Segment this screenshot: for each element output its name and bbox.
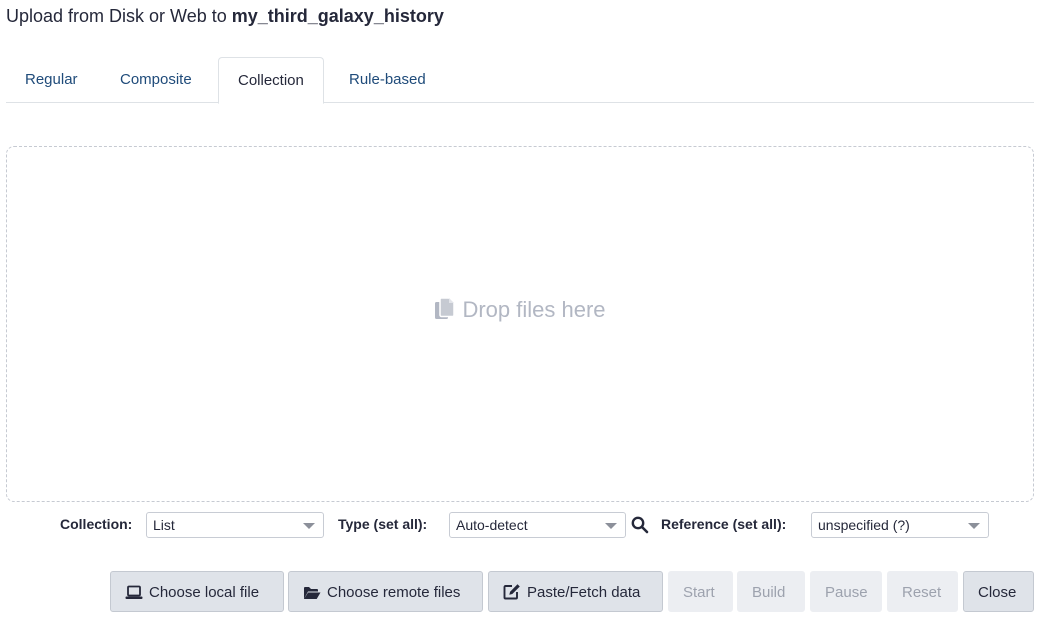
paste-fetch-data-label: Paste/Fetch data xyxy=(527,584,641,601)
laptop-icon xyxy=(125,584,149,601)
collection-type-label: Collection: xyxy=(60,516,133,532)
paste-fetch-data-button[interactable]: Paste/Fetch data xyxy=(488,571,663,612)
build-button[interactable]: Build xyxy=(737,571,805,612)
chevron-down-icon xyxy=(605,523,617,529)
close-button[interactable]: Close xyxy=(963,571,1034,612)
history-name: my_third_galaxy_history xyxy=(231,6,444,26)
tab-composite[interactable]: Composite xyxy=(101,57,211,103)
pause-button[interactable]: Pause xyxy=(810,571,882,612)
search-icon[interactable] xyxy=(631,516,649,537)
drop-message: Drop files here xyxy=(7,297,1033,323)
collection-type-select[interactable]: List xyxy=(146,512,324,538)
reference-value: unspecified (?) xyxy=(818,517,910,533)
upload-tabs: Regular Composite Collection Rule-based xyxy=(6,57,1034,104)
copy-icon xyxy=(434,297,462,322)
tab-rule-based[interactable]: Rule-based xyxy=(330,57,445,103)
title-prefix: Upload from Disk or Web to xyxy=(6,6,232,26)
upload-dialog-title: Upload from Disk or Web to my_third_gala… xyxy=(6,6,444,27)
reference-set-all-label: Reference (set all): xyxy=(661,516,787,532)
chevron-down-icon xyxy=(968,523,980,529)
drop-zone[interactable]: Drop files here xyxy=(6,146,1034,502)
chevron-down-icon xyxy=(303,523,315,529)
choose-remote-files-label: Choose remote files xyxy=(327,584,461,601)
edit-icon xyxy=(503,584,527,601)
collection-type-value: List xyxy=(153,517,175,533)
reset-button[interactable]: Reset xyxy=(887,571,958,612)
type-set-all-label: Type (set all): xyxy=(338,516,428,532)
drop-files-label: Drop files here xyxy=(462,297,606,322)
tab-regular[interactable]: Regular xyxy=(6,57,97,103)
start-button[interactable]: Start xyxy=(668,571,733,612)
choose-remote-files-button[interactable]: Choose remote files xyxy=(288,571,483,612)
folder-open-icon xyxy=(303,584,327,601)
type-select[interactable]: Auto-detect xyxy=(449,512,626,538)
reference-select[interactable]: unspecified (?) xyxy=(811,512,989,538)
upload-settings-bar: Collection: List Type (set all): Auto-de… xyxy=(0,512,1042,538)
type-value: Auto-detect xyxy=(456,517,528,533)
choose-local-file-label: Choose local file xyxy=(149,584,260,601)
tab-collection[interactable]: Collection xyxy=(218,57,324,104)
choose-local-file-button[interactable]: Choose local file xyxy=(110,571,284,612)
